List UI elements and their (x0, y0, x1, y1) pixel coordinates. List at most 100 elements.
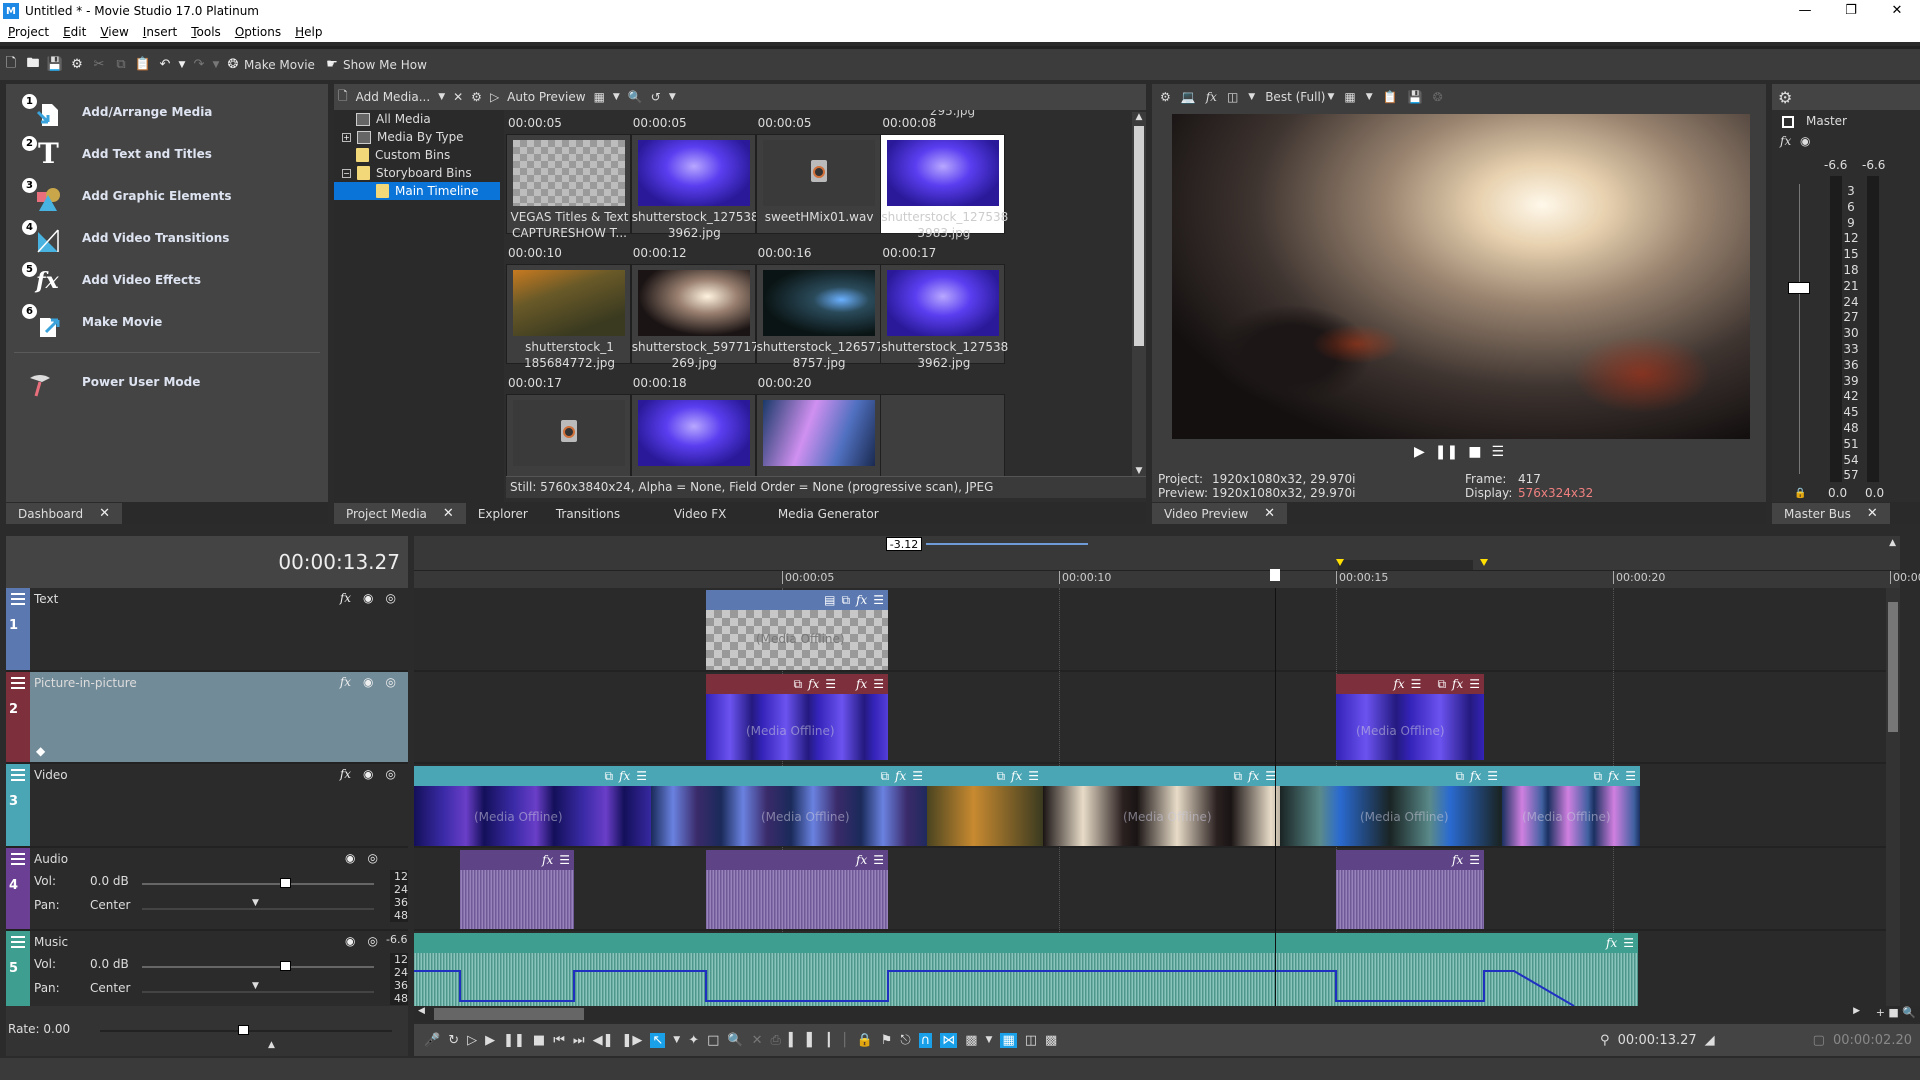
lock-icon[interactable]: 🔒 (857, 1033, 873, 1048)
menu-insert[interactable]: Insert (143, 25, 177, 39)
clip-text-title[interactable]: ▤ ⧉ fx ☰ (Media Offline) (706, 590, 888, 670)
dashboard-item-add-media[interactable]: 1 Add/Arrange Media (22, 94, 212, 130)
trim-icon[interactable]: ⎙ (771, 1033, 781, 1048)
rate-knob[interactable] (238, 1025, 249, 1035)
stop-icon[interactable]: ■ (533, 1033, 545, 1048)
menu-view[interactable]: View (100, 25, 128, 39)
next-frame-icon[interactable]: ❚▶ (621, 1033, 642, 1048)
redo-icon[interactable]: ↷ (188, 57, 210, 72)
master-fader-knob[interactable] (1788, 282, 1810, 294)
playhead[interactable] (1275, 588, 1277, 1006)
normal-edit-tool-icon[interactable]: ↖ (650, 1032, 666, 1048)
track-name[interactable]: Text (34, 592, 58, 606)
show-me-how-button[interactable]: Show Me How (343, 58, 427, 72)
collapse-icon[interactable]: − (342, 168, 351, 178)
scroll-up-icon[interactable]: ▲ (1889, 538, 1896, 548)
media-item[interactable]: VEGAS Titles & Text CAPTURESHOW T... (506, 134, 631, 240)
tree-item-media-by-type[interactable]: + Media By Type (334, 128, 504, 146)
tab-explorer[interactable]: Explorer (466, 504, 544, 524)
track-name[interactable]: Music (34, 935, 68, 949)
play-icon[interactable]: ▶ (1414, 444, 1425, 466)
media-item[interactable] (880, 394, 1006, 476)
group-icon[interactable]: ▩ (1045, 1033, 1057, 1048)
dashboard-item-add-graphics[interactable]: 3 Add Graphic Elements (22, 178, 232, 214)
menu-project[interactable]: Project (8, 25, 49, 39)
play-from-start-icon[interactable]: ▷ (467, 1033, 477, 1048)
dashboard-item-add-transitions[interactable]: 4 Add Video Transitions (22, 220, 229, 256)
tree-item-main-timeline[interactable]: Main Timeline (334, 182, 500, 200)
tree-item-custom-bins[interactable]: Custom Bins (334, 146, 504, 164)
media-item[interactable]: shutterstock_127538 3962.jpg (630, 134, 759, 240)
preview-settings-gear-icon[interactable]: ⚙ (1160, 90, 1171, 104)
go-to-end-icon[interactable]: ⏭ (573, 1033, 585, 1048)
timeline-lanes[interactable]: ▤ ⧉ fx ☰ (Media Offline) ⧉ fx ☰ fx ☰ (Media Off… (414, 588, 1900, 1006)
prev-frame-icon[interactable]: ◀❚ (593, 1033, 614, 1048)
pause-icon[interactable]: ❚❚ (1435, 444, 1458, 466)
envelope-tool-icon[interactable]: ✦ (688, 1033, 699, 1048)
paste-icon[interactable]: 📋 (132, 57, 154, 72)
preview-quality-select[interactable]: Best (Full) (1265, 90, 1325, 104)
search-icon[interactable]: 🔍 (628, 90, 643, 104)
copy-icon[interactable]: ⧉ (110, 57, 132, 72)
close-icon[interactable]: ✕ (1867, 506, 1878, 521)
playhead-marker[interactable] (1270, 569, 1281, 581)
track-fx-icon[interactable]: fx (340, 767, 351, 781)
timeline-ruler[interactable]: -3.12 00:00:05 00:00:10 00:00:15 00:00:20 00… (414, 536, 1920, 588)
close-icon[interactable]: ✕ (443, 506, 454, 521)
track-menu-icon[interactable] (11, 677, 25, 689)
add-media-button[interactable]: Add Media... (356, 90, 431, 104)
track-fx-icon[interactable]: fx (340, 591, 351, 605)
track-menu-icon[interactable] (11, 593, 25, 605)
loop-end-handle[interactable] (1480, 559, 1488, 566)
track-header-pip[interactable]: 2 Picture-in-picture ◆ fx ◉ ◎ (6, 672, 408, 764)
add-media-icon[interactable]: 🗋 (338, 87, 348, 108)
solo-icon[interactable]: ◎ (368, 934, 378, 948)
loop-icon[interactable]: ↻ (448, 1033, 459, 1048)
media-item[interactable] (506, 394, 631, 476)
media-scrollbar[interactable]: ▲ ▼ (1132, 112, 1146, 476)
delete-icon[interactable]: ✕ (752, 1033, 763, 1048)
pan-slider[interactable] (142, 908, 374, 910)
lock-icon[interactable]: 🔒 (1794, 488, 1806, 499)
track-header-video[interactable]: 3 Video fx ◉ ◎ (6, 764, 408, 848)
clip-video-1[interactable]: ⧉ fx ☰ (Media Offline) (414, 766, 651, 846)
edit-tool-dropdown-icon[interactable]: ▼ (673, 1035, 680, 1045)
track-menu-icon[interactable] (11, 936, 25, 948)
master-fader-track[interactable] (1799, 184, 1800, 474)
minimize-button[interactable]: — (1782, 0, 1828, 22)
view-dropdown-icon[interactable]: ▼ (613, 92, 620, 102)
tab-project-media[interactable]: Project Media ✕ (334, 503, 466, 524)
overlays-dropdown-icon[interactable]: ▼ (1366, 92, 1373, 102)
solo-icon[interactable]: ◎ (386, 591, 396, 605)
solo-icon[interactable]: ◎ (386, 675, 396, 689)
scrollbar-thumb[interactable] (1134, 126, 1144, 346)
vr-icon[interactable]: ❂ (1433, 90, 1443, 104)
media-item[interactable]: shutterstock_127538 3962.jpg (880, 264, 1008, 370)
save-snapshot-icon[interactable]: 💾 (1408, 90, 1423, 104)
split-screen-icon[interactable]: ◫ (1227, 90, 1238, 104)
clip-audio-1[interactable]: fx ☰ (460, 850, 574, 929)
mute-icon[interactable]: ◉ (363, 767, 373, 781)
dashboard-item-add-effects[interactable]: 5 fx Add Video Effects (22, 262, 201, 298)
track-menu-icon[interactable] (11, 769, 25, 781)
refresh-icon[interactable]: ↺ (651, 90, 661, 104)
length-time[interactable]: 00:00:02.20 (1833, 1033, 1912, 1048)
media-item[interactable]: shutterstock_127538 3983.jpg (880, 134, 1008, 240)
ignore-grouping-icon[interactable]: │ (841, 1033, 849, 1048)
menu-tools[interactable]: Tools (191, 25, 221, 39)
overlays-grid-icon[interactable]: ▦ (1344, 90, 1355, 104)
menu-edit[interactable]: Edit (63, 25, 86, 39)
trim-start-icon[interactable]: ▍ (789, 1033, 799, 1048)
hscroll-thumb[interactable] (434, 1008, 584, 1020)
tab-media-generator[interactable]: Media Generator (766, 504, 891, 524)
selection-tool-icon[interactable]: □ (707, 1033, 719, 1048)
zoom-tool-icon[interactable]: 🔍 (727, 1033, 743, 1048)
new-project-icon[interactable]: 🗋 (0, 54, 22, 76)
play-icon[interactable]: ▶ (485, 1033, 495, 1048)
tree-item-storyboard-bins[interactable]: − Storyboard Bins (334, 164, 504, 182)
external-monitor-icon[interactable]: 💻 (1181, 90, 1196, 104)
volume-envelope[interactable] (414, 953, 1638, 1006)
media-item[interactable]: shutterstock_1 185684772.jpg (506, 264, 631, 370)
solo-icon[interactable]: ◎ (386, 767, 396, 781)
volume-slider[interactable] (142, 966, 374, 968)
